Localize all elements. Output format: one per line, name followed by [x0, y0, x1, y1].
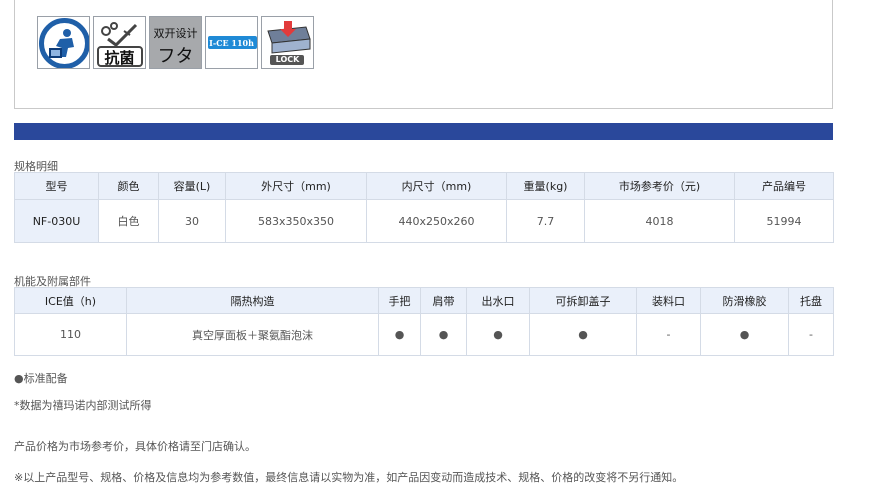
- functions-table: ICE值（h) 隔热构造 手把 肩带 出水口 可拆卸盖子 装料口 防滑橡胶 托盘…: [14, 287, 834, 356]
- feature-icons: 抗菌 双开设计 フタ I-CE 110h LOCK: [37, 16, 314, 69]
- header-cell: 型号: [14, 172, 99, 200]
- table-cell: 30: [158, 199, 226, 243]
- section-divider-bar: [14, 123, 833, 140]
- lock-icon: LOCK: [261, 16, 314, 69]
- table-cell: 4018: [584, 199, 735, 243]
- table-cell: ●: [466, 313, 530, 356]
- disclaimer-note: ※以上产品型号、规格、价格及信息均为参考数值，最终信息请以实物为准，如产品因变动…: [14, 471, 684, 484]
- header-cell: 容量(L): [158, 172, 226, 200]
- table-cell: -: [636, 313, 701, 356]
- header-cell: 手把: [378, 287, 421, 314]
- header-cell: 防滑橡胶: [700, 287, 789, 314]
- header-cell: 内尺寸（mm): [366, 172, 507, 200]
- ice-hours-icon: I-CE 110h: [205, 16, 258, 69]
- table-header-row: 型号 颜色 容量(L) 外尺寸（mm) 内尺寸（mm) 重量(kg) 市场参考价…: [14, 172, 834, 200]
- table-cell: 110: [14, 313, 127, 356]
- double-lid-icon: 双开设计 フタ: [149, 16, 202, 69]
- table-cell: 583x350x350: [225, 199, 367, 243]
- table-row: NF-030U 白色 30 583x350x350 440x250x260 7.…: [14, 199, 834, 243]
- feature-caption-top: 双开设计: [153, 27, 198, 40]
- header-cell: 外尺寸（mm): [225, 172, 367, 200]
- table-cell: ●: [378, 313, 421, 356]
- table-cell: ●: [529, 313, 637, 356]
- feature-caption: LOCK: [275, 55, 300, 64]
- header-cell: 重量(kg): [506, 172, 585, 200]
- table-cell: 51994: [734, 199, 834, 243]
- header-cell: 市场参考价（元): [584, 172, 735, 200]
- legend-note: ●标准配备: [14, 372, 68, 385]
- price-note: 产品价格为市场参考价，具体价格请至门店确认。: [14, 440, 256, 453]
- header-cell: 装料口: [636, 287, 701, 314]
- feature-caption: 抗菌: [104, 49, 135, 67]
- header-cell: 隔热构造: [126, 287, 379, 314]
- table-cell: ●: [700, 313, 789, 356]
- header-cell: 产品编号: [734, 172, 834, 200]
- table-row: 110 真空厚面板＋聚氨酯泡沫 ● ● ● ● - ● -: [14, 313, 834, 356]
- table-cell: 真空厚面板＋聚氨酯泡沫: [126, 313, 379, 356]
- table-cell: -: [788, 313, 834, 356]
- header-cell: 托盘: [788, 287, 834, 314]
- header-cell: 颜色: [98, 172, 159, 200]
- test-note: *数据为禧玛诺内部测试所得: [14, 399, 152, 412]
- table-cell: NF-030U: [14, 199, 99, 243]
- antibacterial-icon: 抗菌: [93, 16, 146, 69]
- header-cell: 出水口: [466, 287, 530, 314]
- table-cell: 440x250x260: [366, 199, 507, 243]
- table-cell: 7.7: [506, 199, 585, 243]
- inner-chamber-icon: [37, 16, 90, 69]
- table-header-row: ICE值（h) 隔热构造 手把 肩带 出水口 可拆卸盖子 装料口 防滑橡胶 托盘: [14, 287, 834, 314]
- feature-caption: フタ: [157, 46, 194, 67]
- header-cell: ICE值（h): [14, 287, 127, 314]
- table-cell: 白色: [98, 199, 159, 243]
- spec-table: 型号 颜色 容量(L) 外尺寸（mm) 内尺寸（mm) 重量(kg) 市场参考价…: [14, 172, 834, 243]
- header-cell: 肩带: [420, 287, 467, 314]
- header-cell: 可拆卸盖子: [529, 287, 637, 314]
- feature-caption: I-CE 110h: [209, 38, 254, 48]
- table-cell: ●: [420, 313, 467, 356]
